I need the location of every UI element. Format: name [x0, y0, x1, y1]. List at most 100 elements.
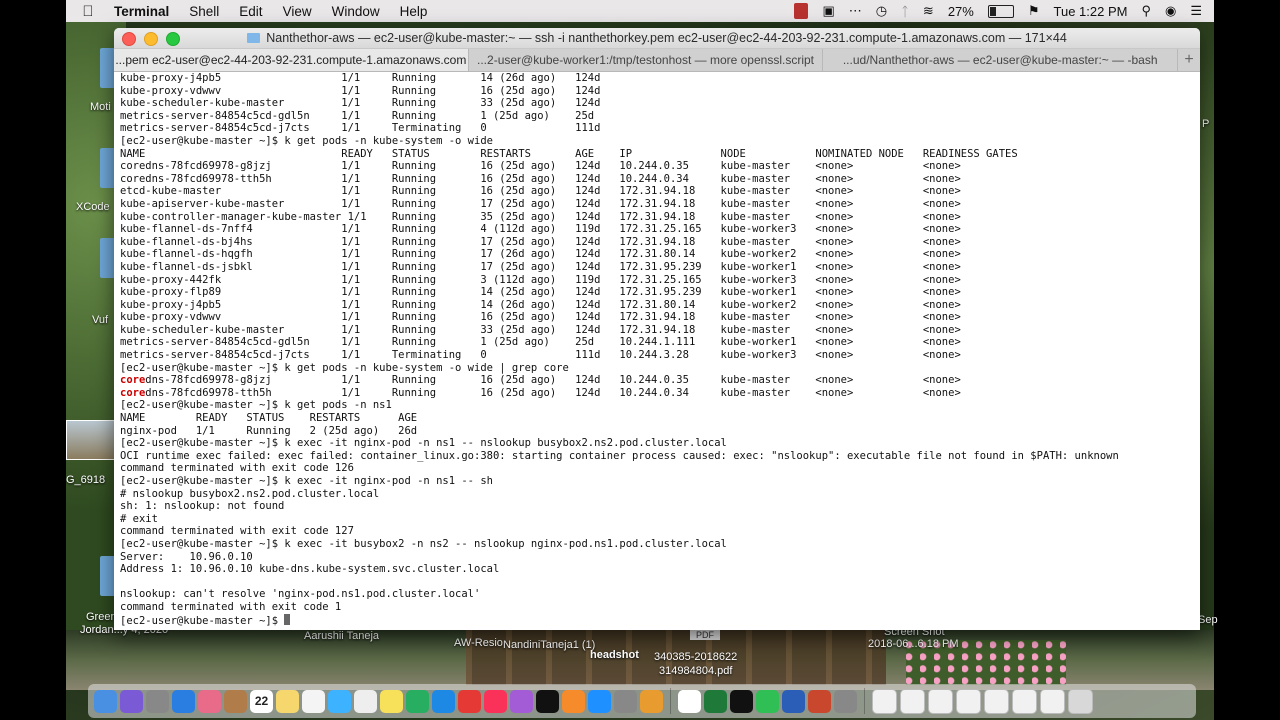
close-button[interactable] [122, 32, 136, 46]
books-icon[interactable] [562, 689, 585, 713]
word-icon[interactable] [782, 689, 805, 713]
numbers-icon[interactable] [406, 689, 429, 713]
tab-worker1[interactable]: ...2-user@kube-worker1:/tmp/testonhost —… [469, 49, 824, 71]
recording-icon[interactable] [794, 3, 809, 19]
photos-icon[interactable] [198, 689, 221, 713]
terminal-line: OCI runtime exec failed: exec failed: co… [120, 449, 1119, 462]
terminal-line: command terminated with exit code 1 [120, 600, 342, 613]
terminal-line: kube-flannel-ds-bj4hs 1/1 Running 17 (25… [120, 235, 961, 248]
menu-window[interactable]: Window [322, 4, 390, 19]
menu-help[interactable]: Help [390, 4, 438, 19]
contacts-icon[interactable] [224, 689, 247, 713]
terminal-line: kube-proxy-flp89 1/1 Running 14 (25d ago… [120, 286, 961, 299]
news-icon[interactable] [458, 689, 481, 713]
lastpass-icon[interactable]: ⋯ [849, 3, 862, 19]
notification-center-icon[interactable]: ☰ [1190, 3, 1202, 19]
wifi-icon[interactable]: ≋ [923, 3, 934, 19]
terminal-line: kube-flannel-ds-hqgfh 1/1 Running 17 (26… [120, 248, 961, 261]
terminal-icon[interactable] [730, 689, 753, 713]
desktop-label[interactable]: NandiniTaneja1 (1) [503, 639, 595, 651]
apple-icon[interactable]:  [66, 3, 110, 20]
terminal-line: kube-scheduler-kube-master 1/1 Running 3… [120, 97, 601, 110]
photos-app-icon[interactable] [640, 689, 663, 713]
terminal-line: kube-flannel-ds-jsbkl 1/1 Running 17 (25… [120, 260, 961, 273]
desktop-label[interactable]: P [1202, 118, 1209, 130]
battery-percent[interactable]: 27% [948, 4, 974, 19]
window-controls [122, 32, 180, 46]
siri-icon[interactable] [120, 689, 143, 713]
menu-shell[interactable]: Shell [179, 4, 229, 19]
dock-separator [864, 688, 865, 714]
battery-icon[interactable] [987, 4, 1014, 18]
terminal-window: Nanthethor-aws — ec2-user@kube-master:~ … [114, 28, 1200, 630]
music-icon[interactable] [484, 689, 507, 713]
document-stack-icon[interactable] [928, 688, 953, 714]
cast-icon[interactable]: ▣ [822, 3, 834, 19]
keynote-icon[interactable] [432, 689, 455, 713]
reminders-icon[interactable] [302, 689, 325, 713]
calendar-icon[interactable]: 22 [250, 689, 273, 713]
desktop-label[interactable]: Moti [90, 101, 111, 113]
terminal-line: nginx-pod 1/1 Running 2 (25d ago) 26d [120, 424, 418, 437]
user-icon[interactable]: ◉ [1165, 3, 1176, 19]
document-stack-icon[interactable] [1012, 688, 1037, 714]
facetime-icon[interactable] [756, 689, 779, 713]
menu-edit[interactable]: Edit [229, 4, 272, 19]
new-tab-button[interactable]: + [1178, 49, 1200, 71]
screenshot-stack-icon[interactable] [1040, 688, 1065, 714]
clock[interactable]: Tue 1:22 PM [1054, 4, 1128, 19]
desktop-label[interactable]: G_6918 [66, 474, 105, 486]
chrome-icon[interactable] [678, 689, 701, 713]
downloads-stack-icon[interactable] [872, 688, 897, 714]
appstore-icon[interactable] [588, 689, 611, 713]
grep-match-highlight: core [120, 386, 146, 399]
desktop-label[interactable]: Aarushii Taneja [304, 630, 379, 642]
desktop-label[interactable]: XCode [76, 201, 110, 213]
document-stack-icon[interactable] [900, 688, 925, 714]
desktop-label[interactable]: 314984804.pdf [659, 665, 732, 677]
document-stack-icon[interactable] [956, 688, 981, 714]
bluetooth-icon[interactable]: ᛏ [901, 4, 909, 19]
powerpoint-icon[interactable] [808, 689, 831, 713]
flag-icon[interactable]: ⚑ [1028, 3, 1040, 19]
terminal-line: Address 1: 10.96.0.10 kube-dns.kube-syst… [120, 563, 500, 576]
stickies-icon[interactable] [380, 689, 403, 713]
tab-bash[interactable]: ...ud/Nanthethor-aws — ec2-user@kube-mas… [823, 49, 1179, 71]
preview-icon[interactable] [834, 689, 857, 713]
desktop-pdf-thumbnail[interactable]: PDF [690, 630, 720, 640]
desktop-label[interactable]: 2018-06...6.18 PM [868, 638, 959, 650]
trash-icon[interactable] [1068, 688, 1093, 714]
messages-icon[interactable] [328, 689, 351, 713]
desktop-label[interactable]: Vuf [92, 314, 108, 326]
terminal-output[interactable]: kube-proxy-j4pb5 1/1 Running 14 (26d ago… [114, 72, 1200, 630]
terminal-line: [ec2-user@kube-master ~]$ k get pods -n … [120, 134, 493, 147]
spotlight-search-icon[interactable]: ⚲ [1141, 3, 1151, 19]
tv-icon[interactable] [536, 689, 559, 713]
minimize-button[interactable] [144, 32, 158, 46]
freeform-icon[interactable] [354, 689, 377, 713]
notes-icon[interactable] [276, 689, 299, 713]
podcasts-icon[interactable] [510, 689, 533, 713]
time-machine-icon[interactable]: ◷ [876, 3, 887, 19]
desktop-label[interactable]: AW-Resio [454, 637, 503, 649]
safari-icon[interactable] [172, 689, 195, 713]
excel-icon[interactable] [704, 689, 727, 713]
document-stack-icon[interactable] [984, 688, 1009, 714]
desktop-label[interactable]: headshot [590, 649, 639, 661]
menu-view[interactable]: View [273, 4, 322, 19]
finder-icon[interactable] [94, 689, 117, 713]
zoom-button[interactable] [166, 32, 180, 46]
tab-ssh-master[interactable]: ...pem ec2-user@ec2-44-203-92-231.comput… [114, 49, 469, 71]
menu-app-name[interactable]: Terminal [110, 4, 179, 19]
dock-separator [670, 688, 671, 714]
desktop-label[interactable]: Green [86, 611, 117, 623]
terminal-line: kube-scheduler-kube-master 1/1 Running 3… [120, 323, 961, 336]
settings-icon[interactable] [614, 689, 637, 713]
desktop-label[interactable]: 340385-2018622 [654, 651, 737, 663]
window-titlebar[interactable]: Nanthethor-aws — ec2-user@kube-master:~ … [114, 28, 1200, 49]
desktop-label[interactable]: Sep [1198, 614, 1218, 626]
status-tray: ▣ ⋯ ◷ ᛏ ≋ 27% ⚑ Tue 1:22 PM ⚲ ◉ ☰ [794, 3, 1214, 19]
launchpad-icon[interactable] [146, 689, 169, 713]
desktop-image-thumbnail[interactable] [66, 420, 116, 460]
